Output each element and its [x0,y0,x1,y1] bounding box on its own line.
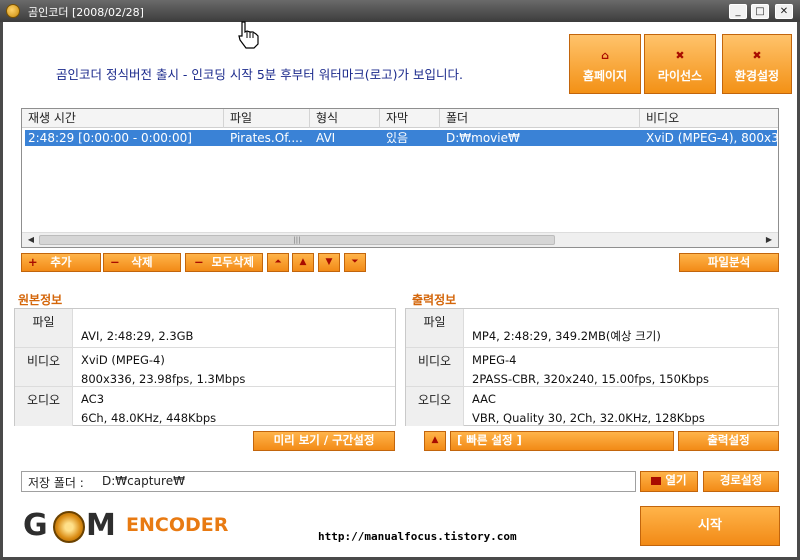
cell-video: XviD (MPEG-4), 800x336 [646,131,777,145]
column-header-subtitle[interactable]: 자막 [380,109,440,128]
open-folder-button[interactable]: 열기 [640,471,698,492]
key-icon: ✖ [675,49,685,62]
column-header-video[interactable]: 비디오 [640,109,778,128]
maximize-button[interactable]: □ [751,4,769,19]
folder-icon [651,476,662,485]
watermark-url: http://manualfocus.tistory.com [318,530,517,543]
preview-range-button[interactable]: 미리 보기 / 구간설정 [253,431,395,451]
home-button[interactable]: ⌂ 홈페이지 [569,34,641,94]
source-info-panel: 파일 AVI, 2:48:29, 2.3GB 비디오 XviD (MPEG-4)… [14,308,396,426]
source-file-name [81,312,193,327]
column-header-folder[interactable]: 폴더 [440,109,640,128]
home-button-label: 홈페이지 [582,69,628,83]
scroll-left-icon[interactable]: ◀ [24,234,38,246]
delete-button-label: 삭제 [131,255,153,269]
scrollbar-thumb[interactable]: ||| [39,235,555,245]
source-video-codec: XviD (MPEG-4) [81,353,165,367]
window-title: 곰인코더 [2008/02/28] [28,6,144,19]
cell-subtitle: 있음 [386,131,409,145]
delete-all-button[interactable]: − 모두삭제 [185,253,263,272]
minimize-button[interactable]: _ [729,4,747,19]
cell-duration: 2:48:29 [0:00:00 - 0:00:00] [28,131,192,145]
cell-format: AVI [316,131,336,145]
add-button[interactable]: + 추가 [21,253,101,272]
source-video-label: 비디오 [15,348,73,386]
open-folder-label: 열기 [665,473,687,487]
move-up-button[interactable]: ▲ [292,253,314,272]
source-audio-label: 오디오 [15,387,73,426]
film-reel-icon [53,511,85,543]
output-video-row: 비디오 MPEG-4 2PASS-CBR, 320x240, 15.00fps,… [406,348,778,387]
output-audio-detail: VBR, Quality 30, 2Ch, 32.0KHz, 128Kbps [472,411,705,425]
move-top-button[interactable]: ⏶ [267,253,289,272]
plus-icon: + [28,255,38,269]
output-audio-label: 오디오 [406,387,464,426]
table-row[interactable]: 2:48:29 [0:00:00 - 0:00:00] Pirates.Of..… [25,130,777,146]
logo-letter-m: M [86,508,116,543]
source-file-row: 파일 AVI, 2:48:29, 2.3GB [15,309,395,348]
output-audio-codec: AAC [472,392,496,406]
move-down-button[interactable]: ▼ [318,253,340,272]
output-file-row: 파일 MP4, 2:48:29, 349.2MB(예상 크기) [406,309,778,348]
output-video-codec: MPEG-4 [472,353,517,367]
settings-button-label: 환경설정 [734,69,780,83]
source-audio-detail: 6Ch, 48.0KHz, 448Kbps [81,411,217,425]
hand-cursor-icon [238,21,259,49]
save-folder-label: 저장 폴더 : [28,476,84,490]
output-settings-button[interactable]: 출력설정 [678,431,779,451]
save-folder-field[interactable]: 저장 폴더 : D:₩capture₩ [21,471,636,492]
license-button[interactable]: ✖ 라이선스 [644,34,716,94]
output-video-label: 비디오 [406,348,464,386]
delete-all-button-label: 모두삭제 [211,255,254,269]
title-bar: 곰인코더 [2008/02/28] _ □ ✕ [0,0,800,22]
save-folder-path: D:₩capture₩ [102,474,185,488]
quick-settings-toggle-button[interactable]: ▲ [424,431,446,451]
output-info-title: 출력정보 [412,293,457,307]
settings-button[interactable]: ✖ 환경설정 [722,34,792,94]
source-video-row: 비디오 XviD (MPEG-4) 800x336, 23.98fps, 1.3… [15,348,395,387]
wrench-icon: ✖ [752,49,762,62]
output-info-panel: 파일 MP4, 2:48:29, 349.2MB(예상 크기) 비디오 MPEG… [405,308,779,426]
move-bottom-button[interactable]: ⏷ [344,253,366,272]
minus-icon: − [194,255,204,269]
add-button-label: 추가 [50,255,72,269]
cell-folder: D:₩movie₩ [446,131,520,145]
column-header-format[interactable]: 형식 [310,109,380,128]
file-list[interactable]: 재생 시간 파일 형식 자막 폴더 비디오 2:48:29 [0:00:00 -… [21,108,779,248]
close-button[interactable]: ✕ [775,4,793,19]
horizontal-scrollbar[interactable]: ◀ ||| ▶ [22,232,778,247]
source-audio-codec: AC3 [81,392,105,406]
output-file-name [472,312,661,327]
home-icon: ⌂ [601,49,609,62]
file-list-header: 재생 시간 파일 형식 자막 폴더 비디오 [22,109,778,128]
gom-app-icon [6,4,20,18]
delete-button[interactable]: − 삭제 [103,253,181,272]
source-file-label: 파일 [15,309,73,347]
column-header-file[interactable]: 파일 [224,109,310,128]
output-file-label: 파일 [406,309,464,347]
notice-text: 곰인코더 정식버전 출시 - 인코딩 시작 5분 후부터 워터마크(로고)가 보… [56,67,463,82]
quick-settings-button[interactable]: [ 빠른 설정 ] [450,431,674,451]
logo-encoder-text: ENCODER [126,514,229,536]
source-file-summary: AVI, 2:48:29, 2.3GB [81,329,194,343]
column-header-duration[interactable]: 재생 시간 [22,109,224,128]
scroll-right-icon[interactable]: ▶ [762,234,776,246]
output-audio-row: 오디오 AAC VBR, Quality 30, 2Ch, 32.0KHz, 1… [406,387,778,426]
cell-file: Pirates.Of.... [230,131,303,145]
license-button-label: 라이선스 [657,69,703,83]
source-audio-row: 오디오 AC3 6Ch, 48.0KHz, 448Kbps [15,387,395,426]
source-info-title: 원본정보 [18,293,63,307]
path-settings-button[interactable]: 경로설정 [703,471,779,492]
start-button[interactable]: 시작 [640,506,780,546]
logo-letter-g: G [23,508,48,543]
file-analyze-button[interactable]: 파일분석 [679,253,779,272]
minus-icon: − [110,255,120,269]
output-file-summary: MP4, 2:48:29, 349.2MB(예상 크기) [472,329,661,343]
